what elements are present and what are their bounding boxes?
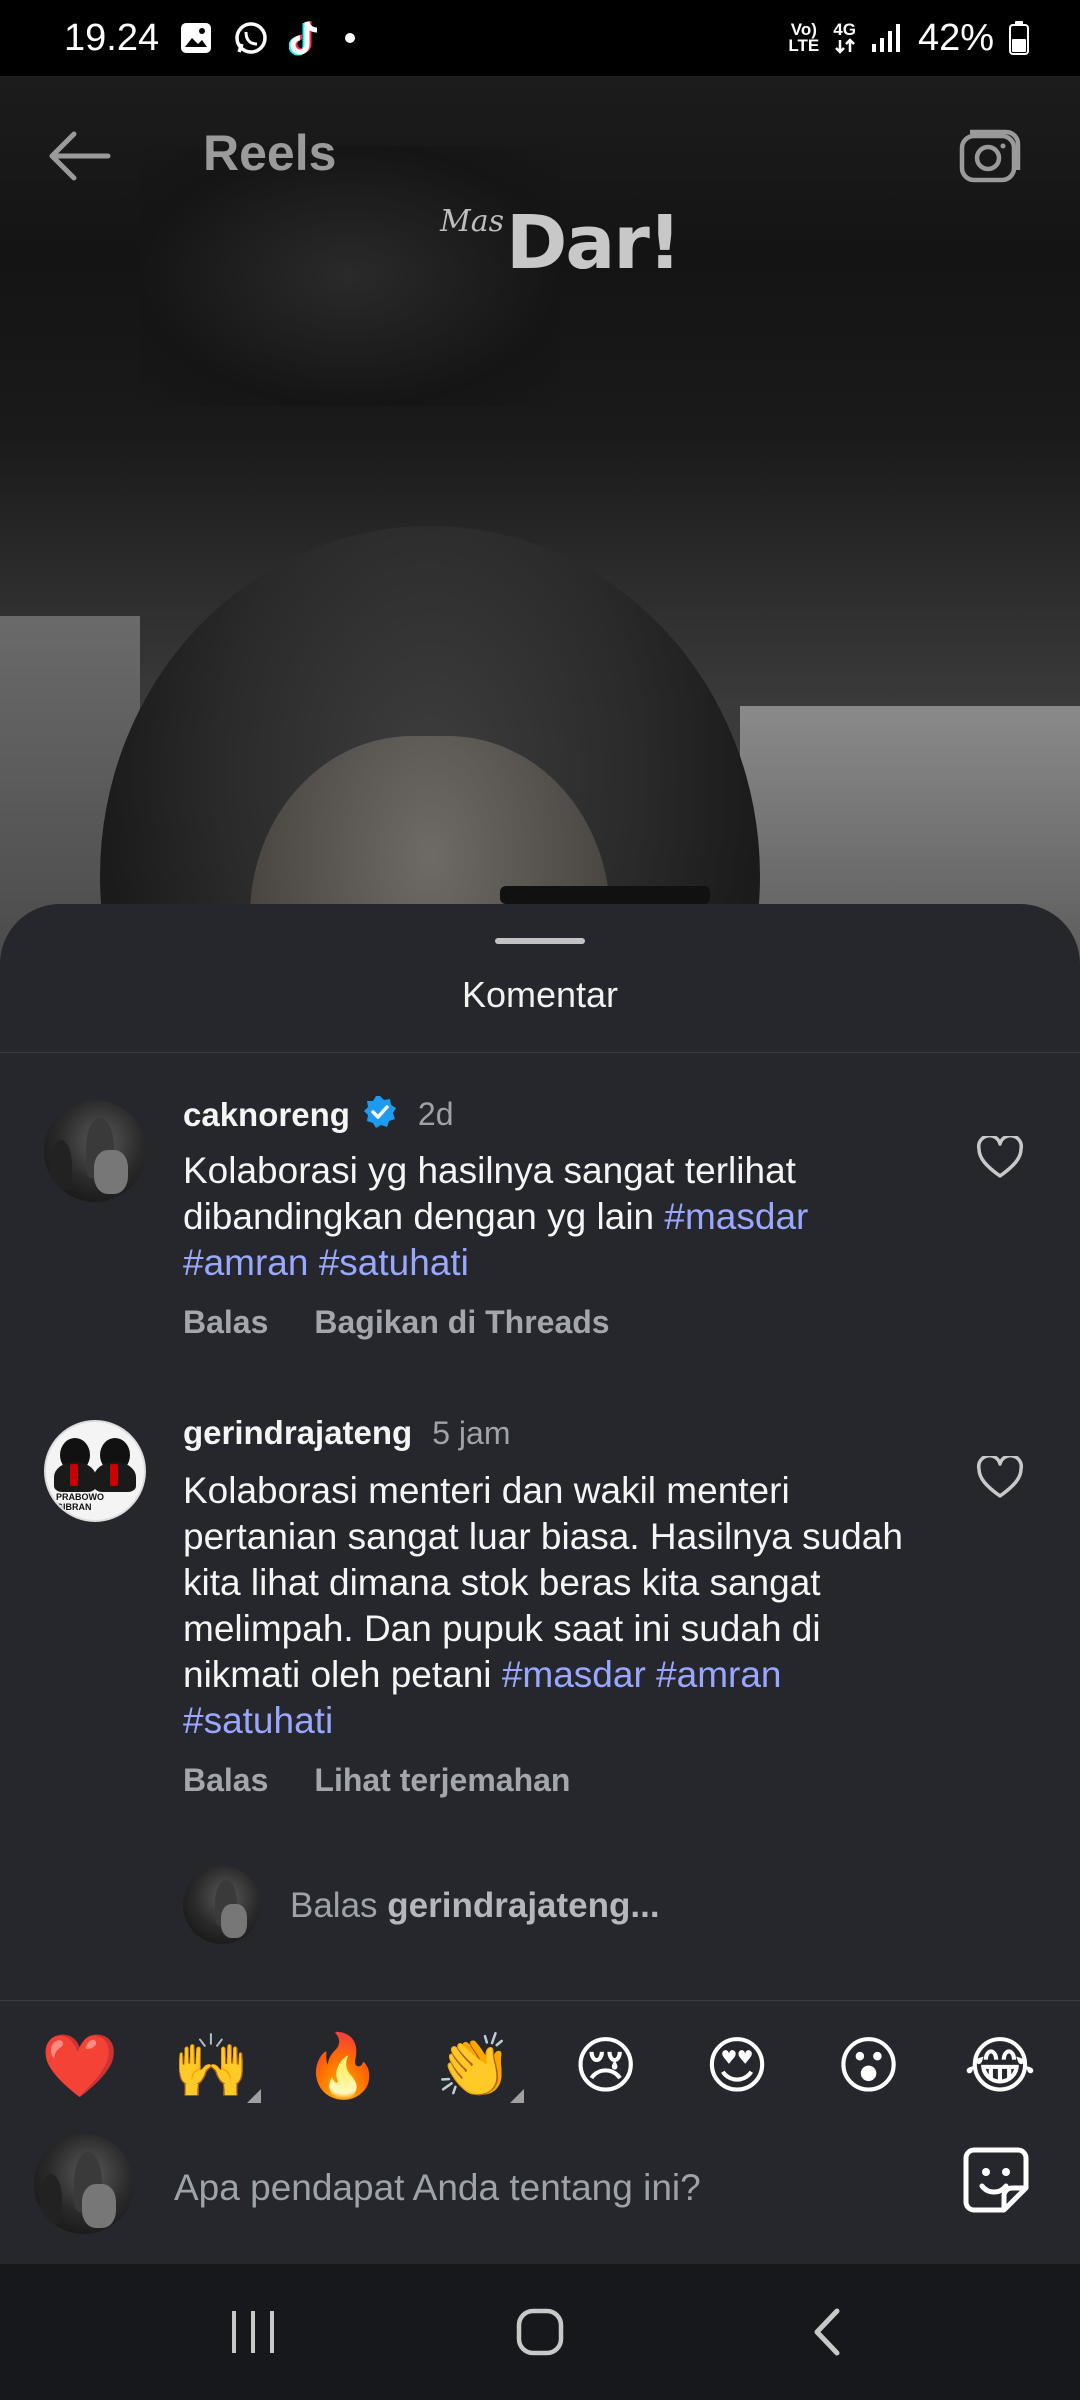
- recent-apps-icon[interactable]: [213, 2292, 293, 2372]
- like-heart-icon[interactable]: [976, 1454, 1024, 1500]
- tears-of-joy-emoji[interactable]: 😂: [952, 2034, 1048, 2097]
- sticker-icon[interactable]: [960, 2144, 1032, 2216]
- crying-face-emoji[interactable]: 😢: [558, 2034, 654, 2097]
- system-nav-bar: [0, 2264, 1080, 2400]
- back-arrow-icon[interactable]: [44, 128, 114, 184]
- see-translation-button[interactable]: Lihat terjemahan: [314, 1762, 570, 1799]
- emoji-glyph: 🔥: [304, 2028, 382, 2102]
- reply-button[interactable]: Balas: [183, 1304, 268, 1341]
- avatar-caption: PRABOWO GIBRAN: [56, 1492, 104, 1512]
- battery-percent: 42%: [917, 16, 994, 59]
- volte-indicator: Vo) LTE: [788, 20, 820, 55]
- comment-text: Kolaborasi yg hasilnya sangat terlihat d…: [183, 1148, 903, 1286]
- more-variants-icon: [247, 2088, 262, 2103]
- comment-input-bar: [0, 2130, 1080, 2264]
- comment-actions: Balas Bagikan di Threads: [183, 1304, 610, 1341]
- fire-emoji[interactable]: 🔥: [295, 2034, 391, 2097]
- emoji-glyph: 😂: [963, 2028, 1037, 2102]
- gallery-icon: [179, 21, 213, 55]
- surprised-face-emoji[interactable]: 😮: [821, 2034, 917, 2097]
- video-person-glasses: [500, 886, 710, 904]
- quick-emoji-bar: ❤️ 🙌 🔥 👏 😢 😍 😮 😂: [0, 2000, 1080, 2130]
- text-space: [308, 1242, 318, 1283]
- avatar[interactable]: [44, 1100, 146, 1202]
- status-time: 19.24: [64, 16, 160, 59]
- avatar[interactable]: PRABOWO GIBRAN: [44, 1420, 146, 1522]
- sheet-title: Komentar: [461, 974, 619, 1015]
- divider: [0, 1052, 1080, 1053]
- watermark-small-text: Mas: [440, 204, 504, 239]
- hashtag-link[interactable]: #satuhati: [319, 1242, 469, 1283]
- heart-eyes-emoji[interactable]: 😍: [689, 2034, 785, 2097]
- emoji-glyph: 😮: [836, 2028, 901, 2102]
- whatsapp-icon: [233, 20, 269, 56]
- reply-prefix: Balas: [290, 1886, 388, 1925]
- comment-username[interactable]: caknoreng: [183, 1096, 350, 1134]
- back-nav-icon[interactable]: [787, 2292, 867, 2372]
- drag-handle[interactable]: [495, 938, 585, 944]
- video-watermark: Mas Dar!: [440, 200, 682, 286]
- notification-dot-icon: [343, 31, 357, 45]
- emoji-glyph: 😍: [704, 2028, 770, 2102]
- hashtag-link[interactable]: #amran: [183, 1242, 308, 1283]
- text-space: [646, 1654, 656, 1695]
- reply-button[interactable]: Balas: [183, 1762, 268, 1799]
- hashtag-link[interactable]: #masdar: [664, 1196, 808, 1237]
- reply-target-user: gerindrajateng...: [387, 1886, 660, 1925]
- home-icon[interactable]: [500, 2292, 580, 2372]
- emoji-glyph: 😢: [573, 2028, 638, 2102]
- clapping-hands-emoji[interactable]: 👏: [426, 2034, 525, 2103]
- emoji-glyph: 🙌: [172, 2028, 251, 2102]
- more-variants-icon: [510, 2088, 525, 2103]
- reply-avatar: [183, 1866, 261, 1944]
- current-user-avatar: [34, 2134, 134, 2234]
- hashtag-link[interactable]: #amran: [656, 1654, 781, 1695]
- comment-input[interactable]: [174, 2158, 934, 2218]
- hashtag-link[interactable]: #masdar: [502, 1654, 646, 1695]
- raising-hands-emoji[interactable]: 🙌: [163, 2034, 262, 2103]
- comment-username[interactable]: gerindrajateng: [183, 1414, 412, 1452]
- comment-text: Kolaborasi menteri dan wakil menteri per…: [183, 1468, 903, 1744]
- camera-icon[interactable]: [956, 122, 1022, 188]
- reels-header: Reels: [0, 110, 1080, 200]
- watermark-big-text: Dar!: [506, 200, 682, 286]
- verified-badge-icon: [362, 1094, 398, 1135]
- network-4g-indicator: 4G: [833, 21, 856, 54]
- comment-actions: Balas Lihat terjemahan: [183, 1762, 570, 1799]
- hashtag-link[interactable]: #satuhati: [183, 1700, 333, 1741]
- like-heart-icon[interactable]: [976, 1134, 1024, 1180]
- battery-icon: [1008, 20, 1030, 56]
- emoji-glyph: 👏: [435, 2028, 513, 2102]
- comment-timestamp: 2d: [417, 1096, 454, 1132]
- status-bar: 19.24 Vo) LTE 4G 42%: [0, 0, 1080, 76]
- heart-emoji[interactable]: ❤️: [32, 2034, 128, 2097]
- share-to-threads-button[interactable]: Bagikan di Threads: [314, 1304, 609, 1341]
- tiktok-icon: [289, 19, 323, 57]
- reply-prompt-text[interactable]: Balas gerindrajateng...: [290, 1886, 660, 1926]
- emoji-glyph: ❤️: [41, 2028, 119, 2102]
- signal-icon: [870, 22, 904, 54]
- comment-timestamp: 5 jam: [432, 1414, 511, 1451]
- page-title: Reels: [203, 125, 337, 181]
